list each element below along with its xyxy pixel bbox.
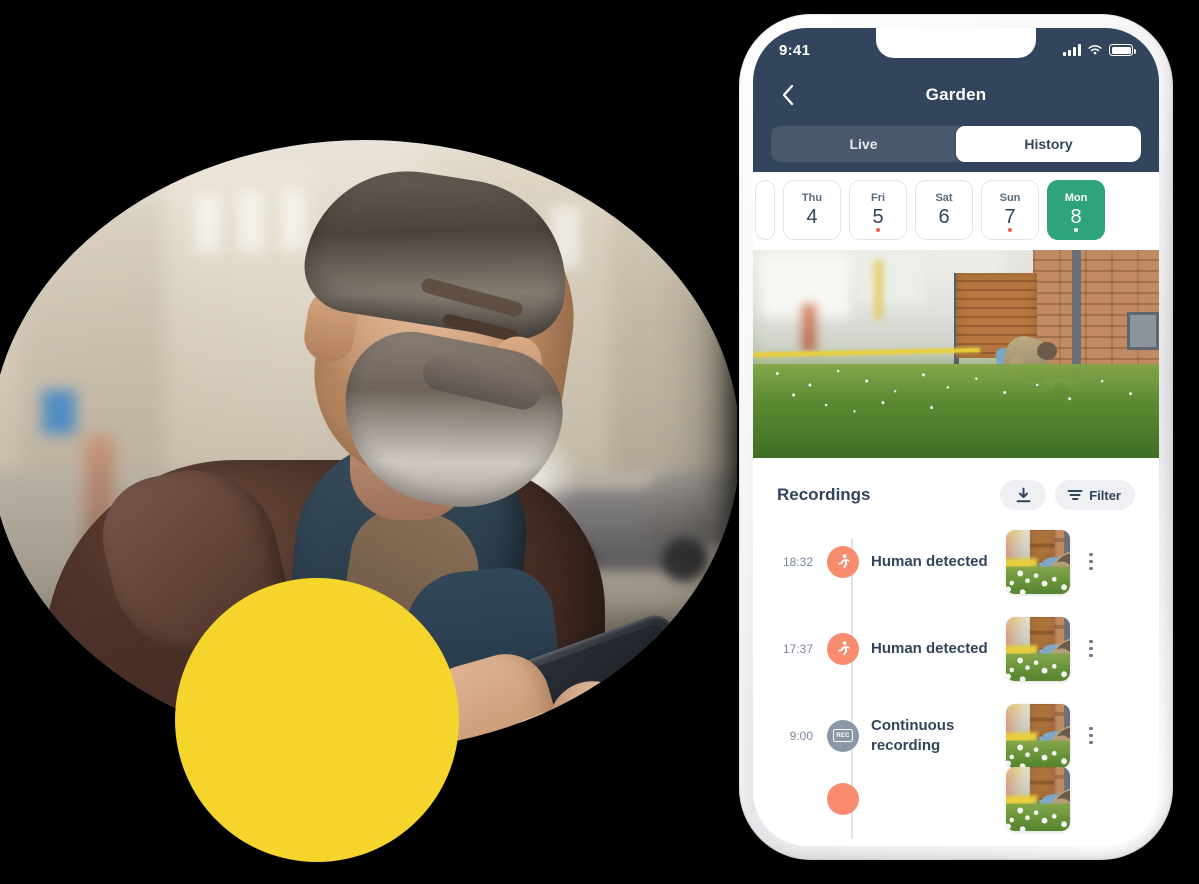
date-chip-partial[interactable] bbox=[755, 180, 775, 240]
recording-thumbnail[interactable] bbox=[1006, 703, 1070, 768]
camera-feed[interactable] bbox=[753, 250, 1159, 458]
download-button[interactable] bbox=[1000, 480, 1047, 510]
date-chip-event-dot bbox=[876, 228, 880, 232]
recordings-list: 18:32 Human detected 17:37 Human detected bbox=[753, 518, 1159, 839]
more-vertical-icon[interactable] bbox=[1080, 639, 1102, 658]
street-sign-blur bbox=[42, 390, 76, 434]
car-wheel-blur bbox=[662, 538, 706, 582]
date-chip-day: 4 bbox=[806, 206, 818, 228]
rec-badge-icon: REC bbox=[827, 719, 859, 752]
tab-live[interactable]: Live bbox=[771, 126, 956, 162]
wifi-icon bbox=[1088, 45, 1102, 55]
date-chip-day: 7 bbox=[1004, 206, 1016, 228]
hero-composition bbox=[0, 0, 760, 884]
running-person-icon bbox=[827, 632, 859, 665]
more-vertical-icon[interactable] bbox=[1080, 552, 1102, 571]
status-bar: 9:41 bbox=[753, 28, 1159, 72]
recording-label: Continuous recording bbox=[871, 717, 955, 754]
date-chip-day: 8 bbox=[1070, 206, 1082, 228]
recording-row[interactable]: 9:00 REC Continuous recording bbox=[753, 692, 1159, 779]
recording-time: 17:37 bbox=[782, 641, 813, 656]
segmented-control[interactable]: Live History bbox=[771, 126, 1141, 162]
recording-label: Human detected bbox=[871, 639, 988, 657]
date-chip-event-dot bbox=[1008, 228, 1012, 232]
page-title: Garden bbox=[925, 85, 987, 104]
window-blur bbox=[195, 195, 221, 253]
recording-label: Human detected bbox=[871, 552, 988, 570]
yellow-circle-decoration bbox=[175, 578, 459, 862]
filter-icon bbox=[1067, 490, 1083, 500]
date-chip-day: 6 bbox=[938, 206, 950, 228]
date-chip-event-dot bbox=[1074, 228, 1078, 232]
recordings-panel: Recordings Filter 18:32 Human detected 1… bbox=[753, 458, 1159, 839]
chevron-left-icon bbox=[782, 84, 794, 106]
date-chip-day: 5 bbox=[872, 206, 884, 228]
camera-feed-image bbox=[1006, 616, 1070, 681]
date-chip-weekday: Sat bbox=[935, 192, 953, 204]
tab-history[interactable]: History bbox=[956, 126, 1141, 162]
download-icon bbox=[1016, 487, 1031, 502]
phone-screen: 9:41 Garden Live History Thu 4 Fri 5 Sat… bbox=[753, 28, 1159, 846]
recording-row[interactable]: 17:37 Human detected bbox=[753, 605, 1159, 692]
camera-feed-image bbox=[1006, 529, 1070, 594]
date-chip-weekday: Fri bbox=[870, 192, 886, 204]
recording-thumbnail[interactable] bbox=[1006, 616, 1070, 681]
date-chip-fri[interactable]: Fri 5 bbox=[849, 180, 907, 240]
recording-time: 18:32 bbox=[782, 554, 813, 569]
building-blur bbox=[610, 170, 740, 490]
recordings-title: Recordings bbox=[777, 485, 871, 504]
date-chip-sun[interactable]: Sun 7 bbox=[981, 180, 1039, 240]
recording-time: 9:00 bbox=[789, 728, 813, 743]
running-person-icon bbox=[827, 783, 859, 815]
camera-feed-image bbox=[1006, 703, 1070, 768]
window-blur bbox=[238, 192, 264, 252]
date-chip-thu[interactable]: Thu 4 bbox=[783, 180, 841, 240]
recording-row-partial[interactable] bbox=[753, 767, 1159, 831]
filter-label: Filter bbox=[1089, 487, 1121, 503]
back-button[interactable] bbox=[773, 80, 803, 110]
recording-thumbnail[interactable] bbox=[1006, 529, 1070, 594]
recording-row[interactable]: 18:32 Human detected bbox=[753, 518, 1159, 605]
parked-car-blur bbox=[645, 470, 740, 545]
nav-row: Garden bbox=[753, 72, 1159, 118]
battery-icon bbox=[1109, 44, 1136, 56]
app-header: 9:41 Garden Live History bbox=[753, 28, 1159, 172]
more-vertical-icon[interactable] bbox=[1080, 726, 1102, 745]
date-chip-weekday: Mon bbox=[1064, 192, 1088, 204]
phone-mockup: 9:41 Garden Live History Thu 4 Fri 5 Sat… bbox=[729, 6, 1184, 868]
date-strip[interactable]: Thu 4 Fri 5 Sat 6 Sun 7 Mon 8 bbox=[753, 172, 1159, 250]
status-icons bbox=[1063, 44, 1136, 56]
signal-icon bbox=[1063, 44, 1081, 56]
recording-thumbnail[interactable] bbox=[1006, 767, 1070, 831]
date-chip-weekday: Thu bbox=[801, 192, 823, 204]
window-blur bbox=[281, 190, 305, 250]
recordings-header: Recordings Filter bbox=[753, 458, 1159, 518]
status-time: 9:41 bbox=[779, 41, 811, 59]
running-person-icon bbox=[827, 545, 859, 578]
camera-feed-image bbox=[753, 250, 1159, 458]
date-chip-weekday: Sun bbox=[999, 192, 1021, 204]
camera-feed-image bbox=[1006, 767, 1070, 831]
filter-button[interactable]: Filter bbox=[1055, 480, 1135, 510]
date-chip-sat[interactable]: Sat 6 bbox=[915, 180, 973, 240]
date-chip-mon[interactable]: Mon 8 bbox=[1047, 180, 1105, 240]
